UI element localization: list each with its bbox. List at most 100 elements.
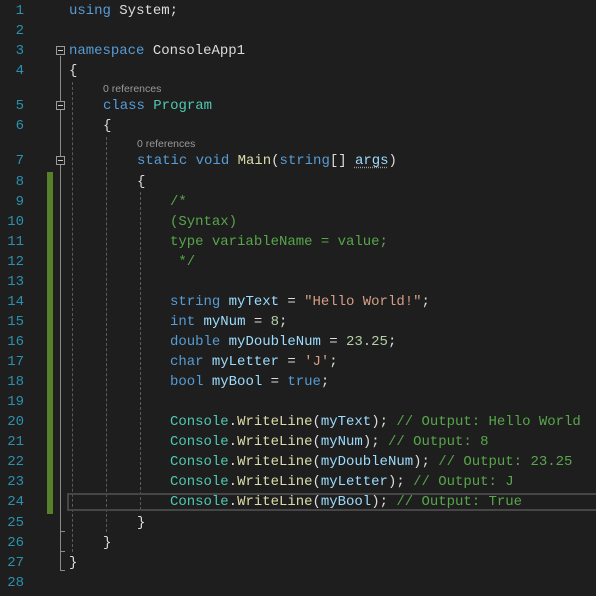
code-line[interactable]: 9 /*	[0, 192, 596, 212]
line-number: 27	[7, 555, 24, 571]
line-number: 6	[15, 118, 24, 134]
code-line[interactable]: 28	[0, 573, 596, 593]
variable-name: myBool	[320, 494, 372, 510]
code-line[interactable]: 19	[0, 392, 596, 412]
semicolon: ;	[387, 334, 397, 350]
code-line[interactable]: 8 {	[0, 172, 596, 192]
variable-name: myNum	[195, 314, 246, 330]
paren: );	[371, 494, 397, 510]
method-writeline: WriteLine	[237, 474, 313, 490]
semicolon: ;	[421, 294, 430, 310]
code-line[interactable]: 20 Console.WriteLine(myText); // Output:…	[0, 412, 596, 432]
code-line[interactable]: 23 Console.WriteLine(myLetter); // Outpu…	[0, 472, 596, 492]
code-line[interactable]: 13	[0, 272, 596, 292]
keyword-bool: bool	[170, 374, 204, 390]
code-line[interactable]: 18 bool myBool = true;	[0, 372, 596, 392]
paren: (	[312, 474, 321, 490]
keyword-true: true	[287, 374, 321, 390]
code-line[interactable]: 21 Console.WriteLine(myNum); // Output: …	[0, 432, 596, 452]
line-number: 14	[7, 294, 24, 310]
string-literal: "Hello World!"	[304, 294, 422, 310]
codelens-references-class[interactable]: 0 references	[103, 82, 161, 97]
variable-name: myLetter	[320, 474, 388, 490]
code-line[interactable]: 7 static void Main(string[] args)	[0, 151, 596, 171]
operator: =	[245, 314, 271, 330]
comment: // Output: True	[396, 494, 523, 510]
line-number: 19	[7, 394, 24, 410]
code-line[interactable]: 27 }	[0, 553, 596, 573]
code-line-current[interactable]: 24 Console.WriteLine(myBool); // Output:…	[0, 492, 596, 512]
keyword-static: static	[137, 153, 188, 169]
semicolon: ;	[279, 314, 288, 330]
dot: .	[228, 454, 238, 470]
code-line[interactable]: 17 char myLetter = 'J';	[0, 352, 596, 372]
code-line[interactable]: 4 {	[0, 61, 596, 81]
line-number: 10	[7, 214, 24, 230]
paren: (	[312, 494, 321, 510]
comment: // Output: 8	[387, 434, 489, 450]
keyword-using: using	[69, 3, 111, 19]
code-line[interactable]: 5 class Program	[0, 96, 596, 116]
line-number: 24	[7, 494, 24, 510]
class-console: Console	[170, 474, 229, 490]
line-number: 26	[7, 535, 24, 551]
number-literal: 23.25	[346, 334, 388, 350]
code-line[interactable]: 22 Console.WriteLine(myDoubleNum); // Ou…	[0, 452, 596, 472]
comment: (Syntax)	[170, 214, 238, 230]
comment: // Output: 23.25	[438, 454, 573, 470]
line-number: 11	[7, 234, 24, 250]
line-number: 2	[15, 23, 24, 39]
method-writeline: WriteLine	[237, 414, 313, 430]
line-number: 21	[7, 434, 24, 450]
code-line[interactable]: 10 (Syntax)	[0, 212, 596, 232]
paren: );	[413, 454, 439, 470]
open-brace: {	[137, 174, 146, 190]
code-line[interactable]: 26 }	[0, 533, 596, 553]
paren: (	[312, 414, 321, 430]
char-literal: 'J'	[304, 354, 330, 370]
variable-name: myLetter	[203, 354, 279, 370]
operator: =	[320, 334, 347, 350]
code-line[interactable]: 12 */	[0, 252, 596, 272]
line-number: 9	[15, 194, 24, 210]
comment: // Output: Hello World	[396, 414, 581, 430]
code-line[interactable]: 25 }	[0, 513, 596, 533]
variable-name: myDoubleNum	[220, 334, 321, 350]
code-line[interactable]: 2	[0, 21, 596, 41]
line-number: 1	[15, 3, 24, 19]
line-number: 7	[15, 153, 24, 169]
line-number: 25	[7, 515, 24, 531]
line-number: 15	[7, 314, 24, 330]
code-line[interactable]: 11 type variableName = value;	[0, 232, 596, 252]
line-number: 3	[15, 43, 24, 59]
dot: .	[228, 434, 238, 450]
code-line[interactable]: 15 int myNum = 8;	[0, 312, 596, 332]
method-name: Main	[229, 153, 272, 169]
code-line[interactable]: 6 {	[0, 116, 596, 136]
line-number: 28	[7, 575, 24, 591]
semicolon: ;	[320, 374, 330, 390]
paren: );	[371, 414, 397, 430]
code-line[interactable]: 3 namespace ConsoleApp1	[0, 41, 596, 61]
line-number: 4	[15, 63, 24, 79]
namespace-name: System;	[110, 3, 178, 19]
code-line[interactable]: 14 string myText = "Hello World!";	[0, 292, 596, 312]
dot: .	[228, 474, 238, 490]
method-writeline: WriteLine	[237, 454, 313, 470]
line-number: 13	[7, 274, 24, 290]
codelens-references-method[interactable]: 0 references	[137, 137, 195, 152]
code-line[interactable]: 1 using System;	[0, 1, 596, 21]
comment: /*	[170, 194, 187, 210]
code-editor[interactable]: 1 using System; 2 3 namespace ConsoleApp…	[0, 0, 596, 596]
code-line[interactable]: 16 double myDoubleNum = 23.25;	[0, 332, 596, 352]
line-number: 20	[7, 414, 24, 430]
paren: (	[312, 454, 321, 470]
class-console: Console	[170, 414, 229, 430]
line-number: 8	[15, 174, 24, 190]
namespace-name: ConsoleApp1	[144, 43, 246, 59]
close-brace: }	[69, 555, 78, 571]
keyword-double: double	[170, 334, 221, 350]
operator: =	[278, 294, 305, 310]
open-brace: {	[103, 118, 112, 134]
comment: type variableName = value;	[170, 234, 388, 250]
